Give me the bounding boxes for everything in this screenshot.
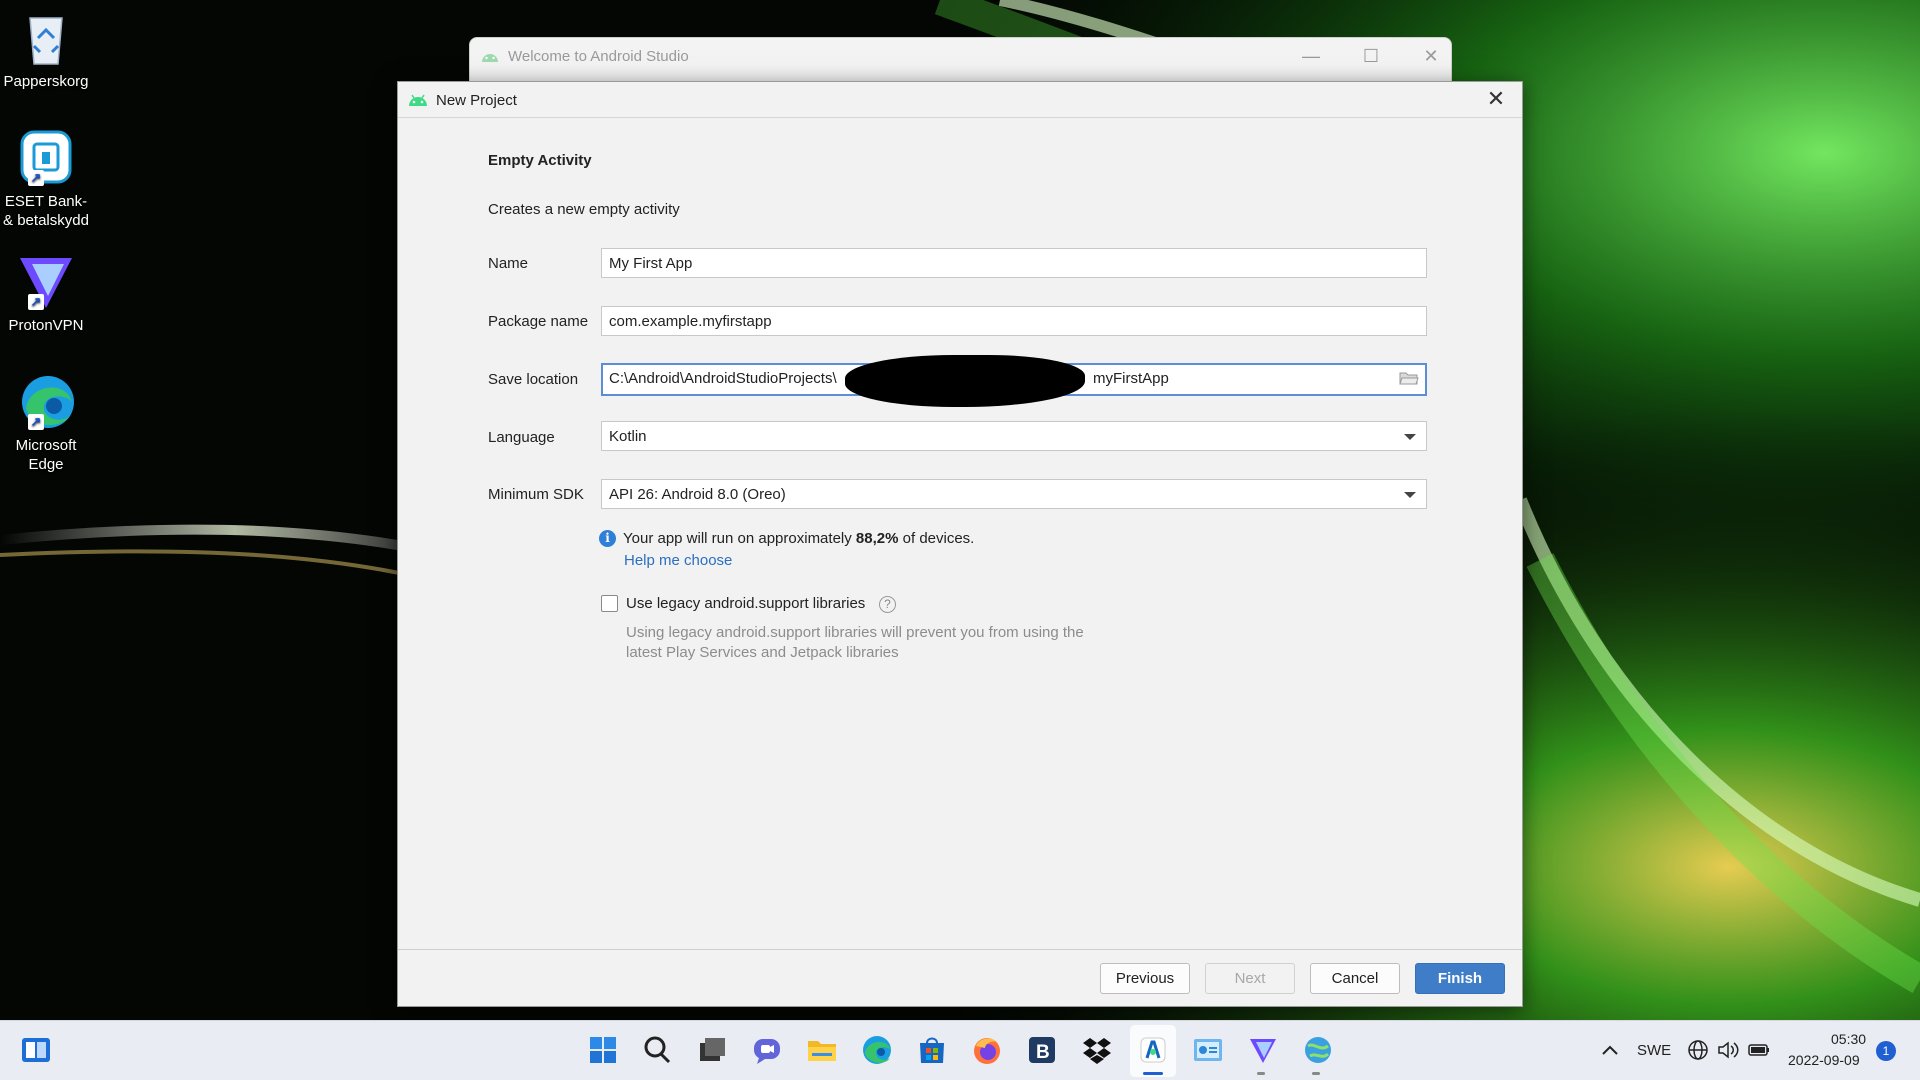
window-title: Welcome to Android Studio <box>508 48 689 65</box>
minimum-sdk-value: API 26: Android 8.0 (Oreo) <box>609 486 786 503</box>
info-text-suffix: of devices. <box>898 530 975 547</box>
android-studio-icon[interactable] <box>1137 1034 1169 1066</box>
dialog-title: New Project <box>436 92 517 109</box>
package-name-label: Package name <box>488 313 589 330</box>
previous-button[interactable]: Previous <box>1100 963 1190 994</box>
active-app-indicator <box>1143 1072 1163 1075</box>
desktop-icon-label: Microsoft Edge <box>15 437 77 473</box>
legacy-support-hint: Using legacy android.support libraries w… <box>626 624 1084 661</box>
b-app-icon[interactable]: B <box>1026 1034 1058 1066</box>
clock-time[interactable]: 05:30 <box>1831 1031 1866 1047</box>
shortcut-arrow-icon: ↗ <box>28 170 44 186</box>
eset-icon: ↗ <box>16 128 76 188</box>
control-panel-icon[interactable] <box>1192 1034 1224 1066</box>
desktop-icon-protonvpn[interactable]: ↗ ProtonVPN <box>0 252 92 335</box>
info-icon: i <box>599 530 616 547</box>
protonvpn-icon[interactable] <box>1247 1034 1279 1066</box>
edge-icon: ↗ <box>16 372 76 432</box>
template-description: Creates a new empty activity <box>488 201 680 218</box>
language-label: Language <box>488 429 555 446</box>
notification-badge[interactable]: 1 <box>1876 1041 1896 1061</box>
new-project-dialog: New Project ✕ Empty Activity Creates a n… <box>397 81 1523 1007</box>
minimum-sdk-label: Minimum SDK <box>488 486 584 503</box>
save-location-prefix: C:\Android\AndroidStudioProjects\ <box>609 370 837 387</box>
desktop-icon-label: ProtonVPN <box>8 317 84 334</box>
running-app-indicator <box>1257 1072 1265 1075</box>
desktop-icon-label: ESET Bank- & betalskydd <box>3 193 89 229</box>
protonvpn-icon: ↗ <box>16 252 76 312</box>
close-button[interactable]: ✕ <box>1416 46 1446 67</box>
legacy-support-label[interactable]: Use legacy android.support libraries <box>626 595 865 612</box>
minimum-sdk-dropdown[interactable]: API 26: Android 8.0 (Oreo) <box>601 479 1427 509</box>
folder-icon[interactable] <box>1399 370 1419 390</box>
name-label: Name <box>488 255 529 272</box>
name-input[interactable]: My First App <box>601 248 1427 278</box>
maximize-button[interactable]: ☐ <box>1356 46 1386 67</box>
desktop-icon-eset[interactable]: ↗ ESET Bank- & betalskydd <box>0 128 92 230</box>
template-heading: Empty Activity <box>488 152 592 169</box>
device-coverage-info: i Your app will run on approximately 88,… <box>599 530 974 547</box>
svg-text:B: B <box>1036 1042 1050 1063</box>
android-icon <box>407 91 429 111</box>
chevron-up-icon[interactable] <box>1598 1034 1622 1066</box>
cancel-button[interactable]: Cancel <box>1310 963 1400 994</box>
minimize-button[interactable]: — <box>1296 46 1326 67</box>
package-name-input[interactable]: com.example.myfirstapp <box>601 306 1427 336</box>
save-location-input[interactable]: C:\Android\AndroidStudioProjects\ myFirs… <box>601 355 1427 407</box>
globe-icon[interactable] <box>1686 1034 1710 1066</box>
taskbar: B SWE 05:30 2022-09-09 <box>0 1020 1920 1080</box>
recycle-bin-icon <box>16 8 76 68</box>
shortcut-arrow-icon: ↗ <box>28 414 44 430</box>
legacy-support-checkbox[interactable] <box>601 595 618 612</box>
chevron-down-icon <box>1404 434 1416 440</box>
help-me-choose-link[interactable]: Help me choose <box>624 552 732 569</box>
widgets-icon[interactable] <box>20 1034 52 1066</box>
next-button[interactable]: Next <box>1205 963 1295 994</box>
question-icon[interactable]: ? <box>879 596 896 613</box>
chat-icon[interactable] <box>751 1034 783 1066</box>
footer-divider <box>398 949 1522 950</box>
edge-icon[interactable] <box>861 1034 893 1066</box>
battery-icon[interactable] <box>1746 1034 1772 1066</box>
welcome-window[interactable]: Welcome to Android Studio — ☐ ✕ <box>469 37 1452 87</box>
language-dropdown[interactable]: Kotlin <box>601 421 1427 451</box>
store-icon[interactable] <box>916 1034 948 1066</box>
volume-icon[interactable] <box>1716 1034 1740 1066</box>
dropbox-icon[interactable] <box>1081 1034 1113 1066</box>
close-icon[interactable]: ✕ <box>1482 86 1510 112</box>
network-tool-icon[interactable] <box>1302 1034 1334 1066</box>
chevron-down-icon <box>1404 492 1416 498</box>
desktop-icon-recycle-bin[interactable]: Papperskorg <box>0 8 92 91</box>
shortcut-arrow-icon: ↗ <box>28 294 44 310</box>
desktop-icon-edge[interactable]: ↗ Microsoft Edge <box>0 372 92 474</box>
clock-date[interactable]: 2022-09-09 <box>1788 1052 1860 1068</box>
dialog-titlebar[interactable]: New Project ✕ <box>398 82 1522 118</box>
info-percent: 88,2% <box>855 530 899 547</box>
task-view-icon[interactable] <box>696 1034 728 1066</box>
info-text-prefix: Your app will run on approximately <box>623 530 856 547</box>
save-location-suffix: myFirstApp <box>1093 370 1169 387</box>
running-app-indicator <box>1312 1072 1320 1075</box>
firefox-icon[interactable] <box>971 1034 1003 1066</box>
save-location-label: Save location <box>488 371 579 388</box>
file-explorer-icon[interactable] <box>806 1034 838 1066</box>
start-icon[interactable] <box>587 1034 619 1066</box>
android-icon <box>480 48 500 67</box>
language-value: Kotlin <box>609 428 647 445</box>
search-icon[interactable] <box>641 1034 673 1066</box>
desktop-icon-label: Papperskorg <box>3 73 89 90</box>
finish-button[interactable]: Finish <box>1415 963 1505 994</box>
redaction-mark <box>845 355 1085 407</box>
input-language[interactable]: SWE <box>1637 1042 1671 1059</box>
